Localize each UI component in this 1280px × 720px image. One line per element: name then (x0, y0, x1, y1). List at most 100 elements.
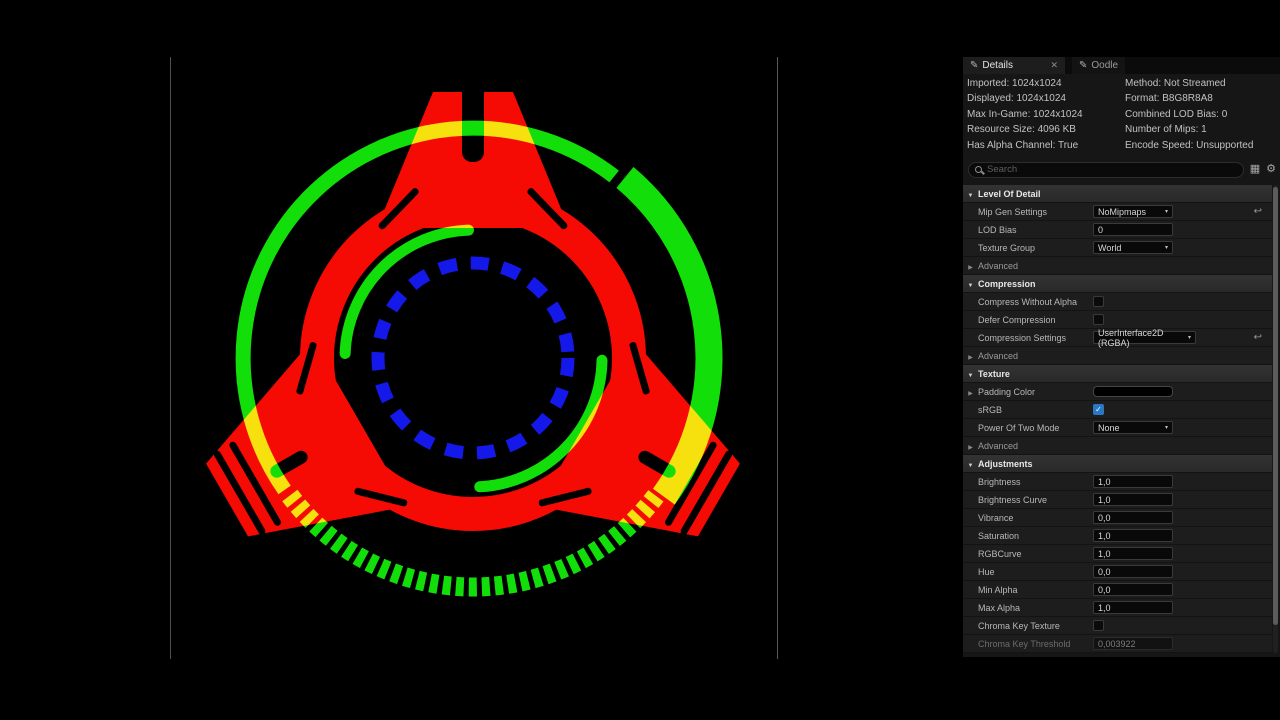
property-matrix-icon[interactable]: ▦ (1250, 164, 1260, 175)
row-saturation: Saturation 1,0 (963, 527, 1272, 545)
row-brightness-curve: Brightness Curve 1,0 (963, 491, 1272, 509)
reset-to-default-icon[interactable]: ↩ (1254, 333, 1262, 343)
section-level-of-detail[interactable]: ▼ Level Of Detail (963, 185, 1272, 203)
section-label: Texture (978, 369, 1010, 379)
search-box[interactable] (968, 162, 1244, 178)
section-label: Level Of Detail (978, 189, 1041, 199)
reset-to-default-icon[interactable]: ↩ (1254, 207, 1262, 217)
collapsed-icon: ▶ (968, 391, 973, 397)
texture-group-dropdown[interactable]: World ▾ (1093, 241, 1173, 254)
advanced-label: Advanced (978, 351, 1272, 361)
max-alpha-input[interactable]: 1,0 (1093, 601, 1173, 614)
property-label: Min Alpha (978, 585, 1093, 595)
section-label: Adjustments (978, 459, 1033, 469)
search-input[interactable] (987, 164, 1237, 175)
expand-icon: ▼ (968, 463, 974, 469)
brightness-curve-input[interactable]: 1,0 (1093, 493, 1173, 506)
dropdown-value: World (1098, 243, 1121, 253)
chevron-down-icon: ▾ (1188, 334, 1191, 341)
oodle-pencil-icon: ✎ (1079, 60, 1087, 71)
compression-settings-dropdown[interactable]: UserInterface2D (RGBA) ▾ (1093, 331, 1196, 344)
row-defer-compression: Defer Compression (963, 311, 1272, 329)
info-max-ingame: Max In-Game: 1024x1024 (967, 107, 1125, 122)
row-compress-without-alpha: Compress Without Alpha (963, 293, 1272, 311)
expand-icon: ▼ (968, 193, 974, 199)
panel-scrollbar[interactable] (1273, 185, 1278, 653)
section-adjustments[interactable]: ▼ Adjustments (963, 455, 1272, 473)
property-label: Saturation (978, 531, 1093, 541)
row-vibrance: Vibrance 0,0 (963, 509, 1272, 527)
row-brightness: Brightness 1,0 (963, 473, 1272, 491)
scrollbar-thumb[interactable] (1273, 187, 1278, 625)
power-of-two-mode-dropdown[interactable]: None ▾ (1093, 421, 1173, 434)
row-mip-gen-settings: Mip Gen Settings NoMipmaps ▾ ↩ (963, 203, 1272, 221)
tab-close-icon[interactable]: ✕ (1050, 60, 1058, 71)
compress-without-alpha-checkbox[interactable] (1093, 296, 1104, 307)
advanced-label: Advanced (978, 441, 1272, 451)
property-label: Mip Gen Settings (978, 207, 1093, 217)
property-label: Power Of Two Mode (978, 423, 1093, 433)
texture-preview-viewport[interactable] (171, 57, 777, 659)
property-label: Texture Group (978, 243, 1093, 253)
property-label: RGBCurve (978, 549, 1093, 559)
property-label: Vibrance (978, 513, 1093, 523)
row-advanced-lod[interactable]: ▶ Advanced (963, 257, 1272, 275)
row-max-alpha: Max Alpha 1,0 (963, 599, 1272, 617)
row-hue: Hue 0,0 (963, 563, 1272, 581)
rgbcurve-input[interactable]: 1,0 (1093, 547, 1173, 560)
property-label: Hue (978, 567, 1093, 577)
lod-bias-input[interactable]: 0 (1093, 223, 1173, 236)
row-texture-group: Texture Group World ▾ (963, 239, 1272, 257)
texture-editor-window: ✎ Details ✕ ✎ Oodle Imported: 1024x1024M… (0, 0, 1280, 720)
row-rgbcurve: RGBCurve 1,0 (963, 545, 1272, 563)
chevron-down-icon: ▾ (1165, 208, 1168, 215)
chroma-key-threshold-input: 0,003922 (1093, 637, 1173, 650)
row-advanced-compression[interactable]: ▶ Advanced (963, 347, 1272, 365)
settings-gear-icon[interactable]: ⚙ (1266, 164, 1276, 175)
tab-oodle[interactable]: ✎ Oodle (1072, 57, 1125, 74)
defer-compression-checkbox[interactable] (1093, 314, 1104, 325)
hue-input[interactable]: 0,0 (1093, 565, 1173, 578)
property-label: Brightness Curve (978, 495, 1093, 505)
tab-details-label: Details (982, 60, 1013, 71)
info-lod-bias: Combined LOD Bias: 0 (1125, 107, 1276, 122)
chevron-down-icon: ▾ (1165, 244, 1168, 251)
dropdown-value: None (1098, 423, 1120, 433)
min-alpha-input[interactable]: 0,0 (1093, 583, 1173, 596)
viewport-left-border (170, 57, 171, 659)
row-lod-bias: LOD Bias 0 (963, 221, 1272, 239)
section-texture[interactable]: ▼ Texture (963, 365, 1272, 383)
texture-info-block: Imported: 1024x1024Method: Not Streamed … (967, 76, 1276, 153)
property-label: LOD Bias (978, 225, 1093, 235)
brightness-input[interactable]: 1,0 (1093, 475, 1173, 488)
property-rows: ▼ Level Of Detail Mip Gen Settings NoMip… (963, 185, 1272, 653)
chroma-key-texture-checkbox[interactable] (1093, 620, 1104, 631)
property-label: Chroma Key Threshold (978, 639, 1093, 649)
property-label: Brightness (978, 477, 1093, 487)
mip-gen-settings-dropdown[interactable]: NoMipmaps ▾ (1093, 205, 1173, 218)
row-chroma-key-threshold: Chroma Key Threshold 0,003922 (963, 635, 1272, 653)
srgb-checkbox[interactable]: ✓ (1093, 404, 1104, 415)
tab-details[interactable]: ✎ Details ✕ (963, 57, 1065, 74)
info-encode-speed: Encode Speed: Unsupported (1125, 138, 1276, 153)
dropdown-value: NoMipmaps (1098, 207, 1146, 217)
row-power-of-two-mode: Power Of Two Mode None ▾ (963, 419, 1272, 437)
padding-color-swatch[interactable] (1093, 386, 1173, 397)
search-row: ▦ ⚙ (968, 161, 1276, 178)
vibrance-input[interactable]: 0,0 (1093, 511, 1173, 524)
info-format: Format: B8G8R8A8 (1125, 91, 1276, 106)
details-pencil-icon: ✎ (970, 60, 978, 71)
collapsed-icon: ▶ (968, 355, 973, 361)
details-panel: ✎ Details ✕ ✎ Oodle Imported: 1024x1024M… (963, 57, 1280, 657)
expand-icon: ▼ (968, 373, 974, 379)
row-compression-settings: Compression Settings UserInterface2D (RG… (963, 329, 1272, 347)
chevron-down-icon: ▾ (1165, 424, 1168, 431)
row-min-alpha: Min Alpha 0,0 (963, 581, 1272, 599)
viewport-right-border (777, 57, 778, 659)
panel-tab-bar: ✎ Details ✕ ✎ Oodle (963, 57, 1280, 74)
section-compression[interactable]: ▼ Compression (963, 275, 1272, 293)
saturation-input[interactable]: 1,0 (1093, 529, 1173, 542)
info-displayed: Displayed: 1024x1024 (967, 91, 1125, 106)
row-advanced-texture[interactable]: ▶ Advanced (963, 437, 1272, 455)
info-resource-size: Resource Size: 4096 KB (967, 122, 1125, 137)
